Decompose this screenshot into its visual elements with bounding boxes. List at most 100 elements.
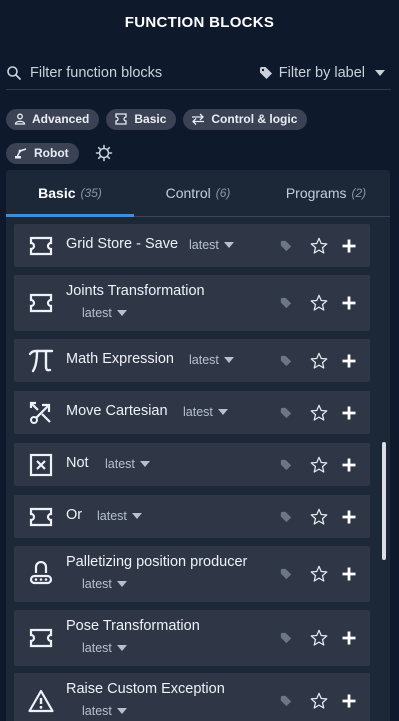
tab-count: (35) (80, 186, 102, 200)
version-dropdown[interactable]: latest (183, 405, 228, 419)
add-icon[interactable] (342, 406, 356, 420)
star-icon[interactable] (310, 237, 328, 255)
tag-icon[interactable] (280, 568, 292, 580)
version-dropdown[interactable]: latest (97, 509, 142, 523)
search-icon (7, 65, 21, 80)
list-item[interactable]: Grid Store - Save latest (14, 224, 370, 267)
version-dropdown[interactable]: latest (82, 641, 127, 655)
tag-icon[interactable] (280, 459, 292, 471)
list-item[interactable]: Palletizing position producer latest (14, 546, 370, 602)
add-icon[interactable] (342, 354, 356, 368)
person-icon (14, 113, 26, 125)
label-filter-dropdown[interactable]: Filter by label (259, 65, 391, 81)
star-icon[interactable] (310, 456, 328, 474)
chip-basic[interactable]: Basic (106, 108, 177, 130)
list-item[interactable]: Move Cartesian latest (14, 391, 370, 434)
settings-gear-icon[interactable] (95, 144, 113, 162)
block-icon (115, 113, 128, 125)
block-icon (26, 288, 56, 318)
list-item[interactable]: Raise Custom Exception latest (14, 673, 370, 721)
item-name: Not (66, 455, 89, 471)
version-dropdown[interactable]: latest (82, 577, 127, 591)
star-icon[interactable] (310, 692, 328, 710)
search-box (6, 64, 259, 81)
version-dropdown[interactable]: latest (189, 238, 234, 252)
chevron-down-icon (217, 409, 228, 415)
version-dropdown[interactable]: latest (105, 457, 150, 471)
tag-icon[interactable] (280, 695, 292, 707)
tag-icon (259, 66, 272, 79)
item-name: Palletizing position producer (66, 554, 248, 570)
active-tab-indicator (6, 214, 134, 217)
star-icon[interactable] (310, 404, 328, 422)
add-icon[interactable] (342, 631, 356, 645)
item-name: Math Expression (66, 351, 174, 367)
chevron-down-icon (131, 513, 142, 519)
add-icon[interactable] (342, 567, 356, 581)
page-title: FUNCTION BLOCKS (124, 13, 275, 31)
chevron-down-icon (223, 357, 234, 363)
star-icon[interactable] (310, 352, 328, 370)
add-icon[interactable] (342, 510, 356, 524)
star-icon[interactable] (310, 565, 328, 583)
version-dropdown[interactable]: latest (82, 306, 127, 320)
list-item[interactable]: Not latest (14, 443, 370, 486)
item-actions (280, 352, 356, 370)
add-icon[interactable] (342, 694, 356, 708)
add-icon[interactable] (342, 458, 356, 472)
add-icon[interactable] (342, 239, 356, 253)
list-item[interactable]: Or latest (14, 495, 370, 538)
item-actions (280, 456, 356, 474)
tag-icon[interactable] (280, 632, 292, 644)
version-dropdown[interactable]: latest (82, 704, 127, 718)
chevron-down-icon (375, 69, 385, 76)
star-icon[interactable] (310, 629, 328, 647)
tag-icon[interactable] (280, 511, 292, 523)
warning-icon (26, 686, 56, 716)
tab-programs[interactable]: Programs (2) (262, 170, 390, 216)
panel-header: FUNCTION BLOCKS (0, 0, 399, 44)
list-item[interactable]: Math Expression latest (14, 339, 370, 382)
search-input[interactable] (30, 64, 240, 81)
pi-icon (26, 346, 56, 376)
tag-icon[interactable] (280, 240, 292, 252)
add-icon[interactable] (342, 296, 356, 310)
item-name: Or (66, 507, 83, 523)
version-dropdown[interactable]: latest (189, 353, 234, 367)
block-icon (26, 623, 56, 653)
tag-icon[interactable] (280, 407, 292, 419)
tab-control[interactable]: Control (6) (134, 170, 262, 216)
item-name: Joints Transformation (66, 283, 205, 299)
chevron-down-icon (116, 708, 127, 714)
chip-control-logic[interactable]: Control & logic (183, 108, 308, 130)
star-icon[interactable] (310, 294, 328, 312)
chip-advanced[interactable]: Advanced (6, 108, 100, 130)
item-name: Pose Transformation (66, 618, 200, 634)
function-block-list: Grid Store - Save latest Joints Transfor… (14, 224, 370, 721)
label-filter-text: Filter by label (278, 64, 365, 81)
blocks-panel: Basic (35) Control (6) Programs (2) Grid… (6, 170, 390, 721)
item-actions (280, 508, 356, 526)
tab-basic[interactable]: Basic (35) (6, 170, 134, 216)
tag-icon[interactable] (280, 355, 292, 367)
tab-count: (6) (215, 186, 231, 200)
robot-arm-icon (15, 148, 27, 159)
list-item[interactable]: Pose Transformation latest (14, 610, 370, 666)
item-name: Grid Store - Save (66, 236, 179, 252)
tag-icon[interactable] (280, 297, 292, 309)
star-icon[interactable] (310, 508, 328, 526)
tab-bar: Basic (35) Control (6) Programs (2) (6, 170, 390, 217)
chevron-down-icon (139, 461, 150, 467)
chip-robot[interactable]: Robot (6, 142, 79, 164)
filter-row: Filter by label (6, 56, 391, 90)
chevron-down-icon (116, 310, 127, 316)
scrollbar-thumb[interactable] (382, 442, 386, 560)
list-item[interactable]: Joints Transformation latest (14, 275, 370, 331)
chevron-down-icon (116, 645, 127, 651)
chevron-down-icon (116, 581, 127, 587)
block-icon (26, 231, 56, 261)
item-actions (280, 629, 356, 647)
tab-count: (2) (351, 186, 367, 200)
item-actions (280, 404, 356, 422)
item-name: Raise Custom Exception (66, 681, 225, 697)
